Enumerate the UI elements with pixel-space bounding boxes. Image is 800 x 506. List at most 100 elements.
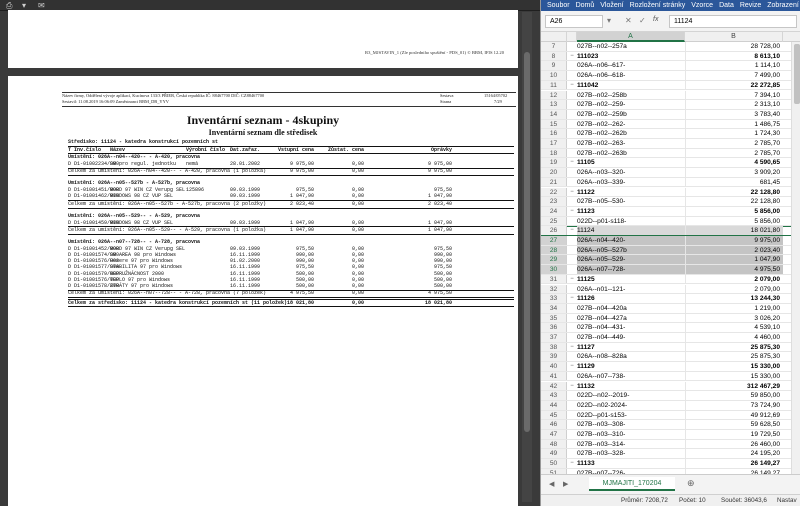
row-number[interactable]: 30: [541, 265, 567, 274]
cell-a[interactable]: 027B--n02--258b: [577, 91, 685, 100]
cell-b[interactable]: 4 539,10: [685, 323, 783, 332]
cell-b[interactable]: 1 114,10: [685, 61, 783, 71]
row-number[interactable]: 28: [541, 245, 567, 255]
cell-b[interactable]: 4 590,65: [685, 158, 783, 168]
row-number[interactable]: 33: [541, 294, 567, 303]
collapse-group-icon[interactable]: −: [568, 382, 576, 391]
cell-b[interactable]: 28 728,00: [685, 42, 783, 51]
cell-a[interactable]: 027B--n02--263-: [577, 139, 685, 148]
row-number[interactable]: 26: [541, 226, 567, 235]
cell-a[interactable]: 11124: [577, 226, 685, 235]
cell-b[interactable]: 13 244,30: [685, 294, 783, 303]
cell-a[interactable]: 027B--n05--530-: [577, 197, 685, 206]
row-number[interactable]: 22: [541, 187, 567, 197]
row-number[interactable]: 19: [541, 158, 567, 168]
row-number[interactable]: 34: [541, 303, 567, 313]
cell-b[interactable]: 19 729,50: [685, 430, 783, 439]
cell-b[interactable]: 22 128,80: [685, 187, 783, 197]
cell-a[interactable]: 027B--n02--262-: [577, 120, 685, 129]
row-number[interactable]: 7: [541, 42, 567, 51]
collapse-group-icon[interactable]: −: [568, 158, 576, 167]
cell-b[interactable]: 25 875,30: [685, 352, 783, 362]
cell-b[interactable]: 3 026,20: [685, 313, 783, 323]
cell-b[interactable]: 26 460,00: [685, 439, 783, 449]
cell-b[interactable]: 59 628,50: [685, 420, 783, 429]
row-number[interactable]: 21: [541, 177, 567, 187]
cell-b[interactable]: 2 785,70: [685, 139, 783, 148]
cell-b[interactable]: 22 272,85: [685, 80, 783, 90]
row-number[interactable]: 46: [541, 420, 567, 429]
pdf-scrollbar[interactable]: [522, 12, 532, 502]
cell-a[interactable]: 026A--n01--121-: [577, 285, 685, 294]
collapse-group-icon[interactable]: −: [568, 52, 576, 61]
cell-a[interactable]: 027B--n02--263b: [577, 149, 685, 158]
namebox-dropdown-icon[interactable]: ▾: [607, 16, 611, 25]
cell-b[interactable]: 49 912,69: [685, 410, 783, 420]
cell-a[interactable]: 027B--n04--431-: [577, 323, 685, 332]
row-number[interactable]: 25: [541, 216, 567, 226]
cell-a[interactable]: 027B--n03--328-: [577, 449, 685, 458]
cell-a[interactable]: 027B--n02--259b: [577, 110, 685, 119]
status-settings[interactable]: Nastav: [777, 495, 797, 506]
cell-a[interactable]: 11126: [577, 294, 685, 303]
cell-a[interactable]: 026A--n08--828a: [577, 352, 685, 361]
cell-b[interactable]: 25 875,30: [685, 342, 783, 352]
row-number[interactable]: 16: [541, 129, 567, 138]
cell-a[interactable]: 022D--p01-s118-: [577, 217, 685, 226]
outline-level-header[interactable]: [567, 32, 577, 42]
cell-b[interactable]: 2 023,40: [685, 245, 783, 255]
row-number[interactable]: 15: [541, 119, 567, 129]
row-number[interactable]: 35: [541, 313, 567, 323]
cell-a[interactable]: 11122: [577, 188, 685, 197]
ribbon-tab[interactable]: Revize: [740, 2, 761, 9]
cell-a[interactable]: 026A--n06--618-: [577, 71, 685, 80]
row-number[interactable]: 40: [541, 362, 567, 371]
collapse-group-icon[interactable]: −: [568, 459, 576, 468]
cell-a[interactable]: 026A--n05--529-: [577, 255, 685, 265]
row-number[interactable]: 24: [541, 206, 567, 216]
cell-a[interactable]: 027B--n03--310-: [577, 430, 685, 439]
row-number[interactable]: 36: [541, 323, 567, 332]
cell-a[interactable]: 026A--n04--420-: [577, 236, 685, 245]
cell-a[interactable]: 022D--n02-2024-: [577, 401, 685, 410]
cell-b[interactable]: 1 219,00: [685, 303, 783, 313]
collapse-group-icon[interactable]: −: [568, 188, 576, 197]
cell-b[interactable]: 4 975,50: [685, 265, 783, 274]
row-number[interactable]: 43: [541, 391, 567, 400]
row-number[interactable]: 9: [541, 61, 567, 71]
row-number[interactable]: 31: [541, 274, 567, 284]
row-number[interactable]: 17: [541, 139, 567, 148]
row-number[interactable]: 32: [541, 284, 567, 294]
collapse-group-icon[interactable]: −: [568, 362, 576, 371]
row-number[interactable]: 18: [541, 148, 567, 158]
cell-b[interactable]: 312 467,29: [685, 381, 783, 391]
grid-scrollbar[interactable]: [791, 42, 800, 474]
cell-b[interactable]: 7 499,00: [685, 71, 783, 80]
spreadsheet-grid[interactable]: A B 7 027B--n02--257a 28 728,00 8−111023 8 6…: [541, 32, 800, 474]
ribbon-tab[interactable]: Rozložení stránky: [630, 2, 686, 9]
cell-a[interactable]: 11105: [577, 158, 685, 167]
cell-a[interactable]: 026A--n07--738-: [577, 372, 685, 381]
row-number[interactable]: 27: [541, 236, 567, 245]
cell-b[interactable]: 2 079,00: [685, 274, 783, 284]
cell-a[interactable]: 11133: [577, 459, 685, 468]
collapse-group-icon[interactable]: −: [568, 294, 576, 303]
enter-icon[interactable]: ✓: [639, 16, 646, 25]
row-number[interactable]: 45: [541, 410, 567, 420]
collapse-group-icon[interactable]: −: [568, 226, 576, 235]
collapse-group-icon[interactable]: −: [568, 81, 576, 90]
cell-a[interactable]: 027B--n02--262b: [577, 129, 685, 138]
cell-b[interactable]: 26 149,27: [685, 459, 783, 468]
cell-b[interactable]: 1 047,90: [685, 255, 783, 265]
cell-a[interactable]: 11129: [577, 362, 685, 371]
column-header-b[interactable]: B: [685, 32, 783, 42]
ribbon-tab[interactable]: Vzorce: [691, 2, 713, 9]
name-box[interactable]: A26: [545, 15, 603, 28]
save-icon[interactable]: ▾: [22, 1, 26, 10]
cell-b[interactable]: 18 021,80: [685, 226, 783, 235]
column-header-a[interactable]: A: [577, 32, 685, 42]
cell-a[interactable]: 11123: [577, 207, 685, 216]
row-number[interactable]: 23: [541, 197, 567, 206]
sheet-tab[interactable]: MJMAJITI_170204: [589, 477, 675, 491]
email-icon[interactable]: ✉: [38, 1, 45, 10]
